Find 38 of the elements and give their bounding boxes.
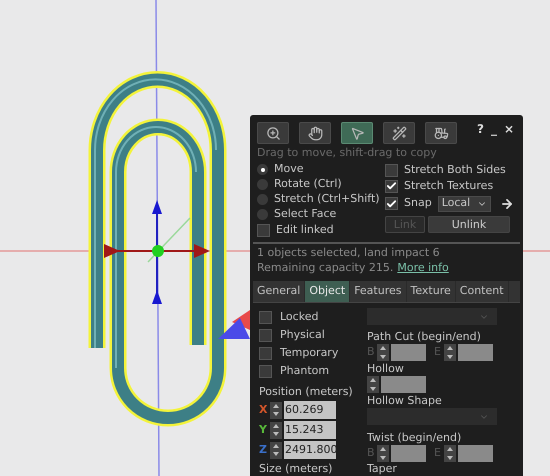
checkbox-label: Stretch Both Sides — [404, 162, 506, 178]
tab[interactable]: Features — [350, 281, 406, 302]
radio-label: Select Face — [274, 206, 336, 222]
link-button[interactable]: Unlink — [428, 216, 510, 233]
checkbox-label: Physical — [280, 326, 325, 343]
window-control[interactable]: _ — [490, 122, 497, 136]
status-text: 1 objects selected, land impact 6 — [256, 245, 441, 260]
window-control[interactable]: × — [504, 122, 514, 136]
axis-label: X — [259, 402, 268, 418]
checkbox-label: Temporary — [280, 344, 338, 361]
input-field[interactable]: 60.269 — [284, 401, 336, 419]
more-info-link[interactable]: More info — [397, 260, 449, 275]
section-label: Size (meters) — [259, 462, 334, 476]
axis-label: Z — [259, 442, 268, 458]
input-field[interactable]: 15.243 — [284, 421, 336, 439]
tab[interactable]: Content — [456, 281, 509, 302]
window-control[interactable]: ? — [476, 122, 484, 136]
axis-label: Y — [259, 422, 268, 438]
section-label: Path Cut (begin/end) — [367, 330, 482, 344]
checkbox-label: Snap — [404, 195, 432, 212]
section-label: Position (meters) — [259, 385, 354, 399]
checkbox-label: Stretch Textures — [404, 178, 494, 194]
checkbox-label: Locked — [280, 308, 318, 325]
section-label: Hollow Shape — [367, 394, 443, 408]
checkbox-label: Phantom — [280, 362, 330, 379]
tab[interactable]: Texture — [406, 281, 456, 302]
snap-dropdown[interactable]: Local — [438, 196, 491, 212]
tab[interactable]: Object — [305, 281, 350, 302]
input-field[interactable]: 2491.800 — [284, 441, 336, 459]
radio-label: Move — [274, 161, 304, 178]
hint-text: Drag to move, shift-drag to copy — [256, 146, 438, 160]
capacity-text: Remaining capacity 215. — [257, 260, 394, 275]
checkbox-label: Edit linked — [276, 222, 334, 238]
radio-label: Stretch (Ctrl+Shift) — [274, 191, 380, 208]
section-label: Hollow — [367, 362, 405, 376]
section-label: Taper — [367, 462, 398, 475]
radio-label: Rotate (Ctrl) — [274, 176, 342, 192]
section-label: Twist (begin/end) — [367, 431, 462, 445]
